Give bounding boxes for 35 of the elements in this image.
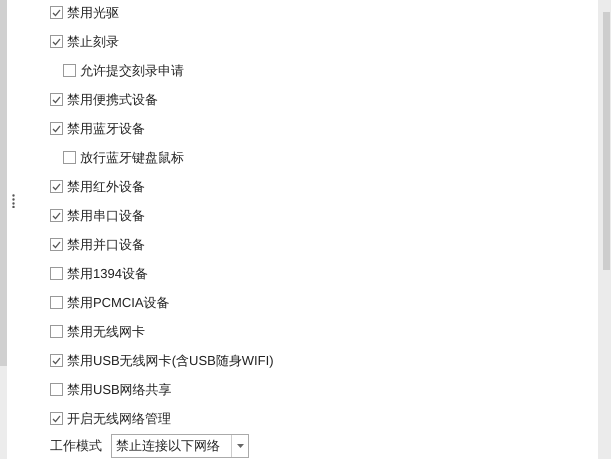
checkbox[interactable]	[50, 383, 63, 396]
work-mode-label: 工作模式	[50, 437, 103, 456]
checkbox[interactable]	[50, 35, 63, 48]
checkbox[interactable]	[50, 238, 63, 251]
drag-handle-icon[interactable]	[12, 194, 14, 208]
checkbox[interactable]	[50, 296, 63, 309]
option-label: 禁用USB网络共享	[67, 380, 172, 399]
caret-icon	[236, 444, 244, 448]
option-label: 禁用无线网卡	[67, 322, 145, 341]
option-label: 禁用便携式设备	[67, 90, 158, 109]
checkbox[interactable]	[50, 93, 63, 106]
checkbox[interactable]	[63, 151, 76, 164]
option-label: 禁用蓝牙设备	[67, 120, 145, 138]
option-label: 禁用USB无线网卡(含USB随身WIFI)	[67, 352, 274, 370]
option-label: 放行蓝牙键盘鼠标	[80, 148, 184, 167]
checkbox[interactable]	[50, 6, 63, 19]
option-label: 禁止刻录	[67, 32, 119, 51]
option-label: 禁用PCMCIA设备	[67, 294, 170, 312]
checkbox[interactable]	[50, 354, 63, 367]
option-label: 允许提交刻录申请	[80, 62, 184, 80]
checkbox[interactable]	[50, 122, 63, 135]
checkbox[interactable]	[50, 209, 63, 222]
checkbox[interactable]	[50, 412, 63, 425]
option-label: 禁用并口设备	[67, 236, 145, 254]
work-mode-dropdown[interactable]: 禁止连接以下网络	[111, 434, 249, 458]
checkbox[interactable]	[50, 180, 63, 193]
scrollbar-thumb[interactable]	[603, 12, 610, 270]
option-label: 禁用串口设备	[67, 206, 145, 225]
option-label: 禁用光驱	[67, 4, 119, 22]
checkbox[interactable]	[63, 64, 76, 77]
checkbox[interactable]	[50, 267, 63, 280]
checkbox[interactable]	[50, 325, 63, 338]
option-label: 开启无线网络管理	[67, 410, 171, 428]
option-label: 禁用红外设备	[67, 178, 145, 196]
option-label: 禁用1394设备	[67, 264, 148, 283]
